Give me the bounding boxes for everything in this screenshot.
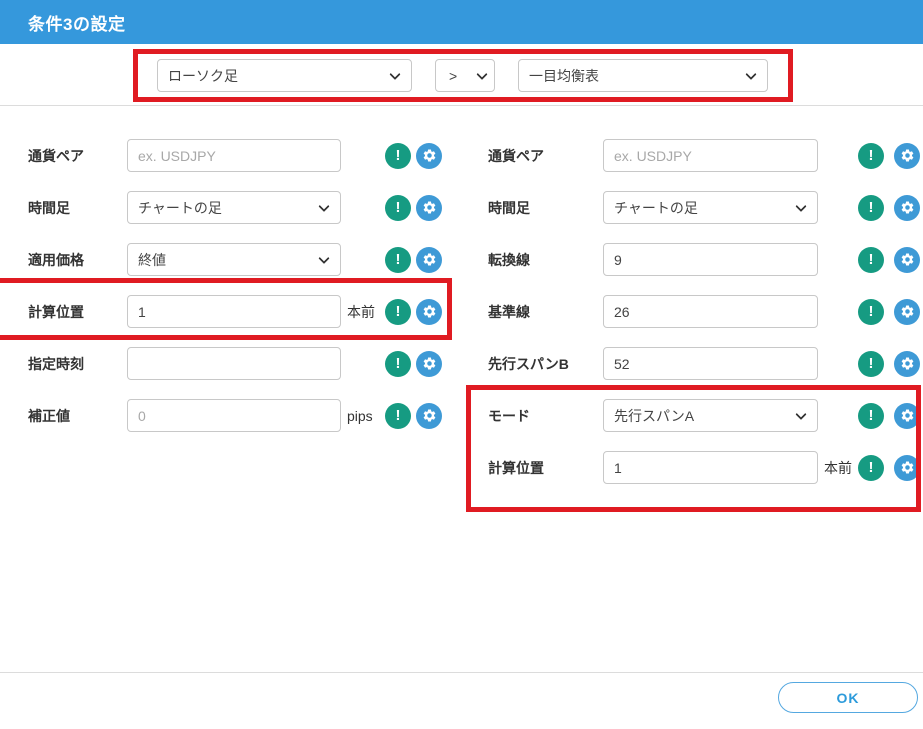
gear-icon[interactable]: [894, 351, 920, 377]
gear-icon[interactable]: [416, 143, 442, 169]
field-label: 時間足: [28, 198, 127, 218]
alert-icon[interactable]: !: [858, 195, 884, 221]
alert-icon[interactable]: !: [385, 403, 411, 429]
tenkan-line-input[interactable]: [603, 243, 818, 276]
field-suffix: 本前: [341, 302, 385, 322]
field-label: 時間足: [488, 198, 603, 218]
alert-icon[interactable]: !: [385, 351, 411, 377]
left-operand-panel: 通貨ペア ! 時間足 チャートの足 ! 適用価格 終値 ! 計算位置 本前: [28, 139, 452, 451]
field-row-applied-price: 適用価格 終値 !: [28, 243, 452, 276]
kijun-line-input[interactable]: [603, 295, 818, 328]
alert-icon[interactable]: !: [858, 403, 884, 429]
ok-button[interactable]: OK: [778, 682, 918, 713]
field-label: 適用価格: [28, 250, 127, 270]
field-row-currency-pair: 通貨ペア !: [488, 139, 922, 172]
condition-settings-dialog: 条件3の設定 ローソク足 > 一目均衡表 通貨ペア !: [0, 0, 923, 729]
field-row-timeframe: 時間足 チャートの足 !: [28, 191, 452, 224]
senkou-span-b-input[interactable]: [603, 347, 818, 380]
field-label: 通貨ペア: [488, 146, 603, 166]
alert-icon[interactable]: !: [858, 143, 884, 169]
gear-icon[interactable]: [894, 455, 920, 481]
alert-icon[interactable]: !: [858, 351, 884, 377]
footer-divider: [0, 672, 923, 673]
field-suffix: pips: [341, 408, 385, 424]
timeframe-select[interactable]: チャートの足: [127, 191, 341, 224]
field-label: 基準線: [488, 302, 603, 322]
field-label: 先行スパンB: [488, 354, 603, 374]
field-label: 通貨ペア: [28, 146, 127, 166]
field-row-tenkan-line: 転換線 !: [488, 243, 922, 276]
gear-icon[interactable]: [894, 195, 920, 221]
right-operand-panel: 通貨ペア ! 時間足 チャートの足 ! 転換線 ! 基準線 !: [488, 139, 922, 503]
field-row-correction-value: 補正値 pips !: [28, 399, 452, 432]
left-indicator-select[interactable]: ローソク足: [157, 59, 412, 92]
alert-icon[interactable]: !: [385, 195, 411, 221]
field-suffix: 本前: [818, 458, 858, 478]
right-indicator-select[interactable]: 一目均衡表: [518, 59, 768, 92]
alert-icon[interactable]: !: [858, 299, 884, 325]
field-label: 補正値: [28, 406, 127, 426]
gear-icon[interactable]: [416, 195, 442, 221]
field-row-currency-pair: 通貨ペア !: [28, 139, 452, 172]
gear-icon[interactable]: [416, 403, 442, 429]
gear-icon[interactable]: [894, 143, 920, 169]
correction-value-input[interactable]: [127, 399, 341, 432]
alert-icon[interactable]: !: [858, 247, 884, 273]
currency-pair-input[interactable]: [127, 139, 341, 172]
timeframe-select[interactable]: チャートの足: [603, 191, 818, 224]
field-label: モード: [488, 406, 603, 426]
alert-icon[interactable]: !: [858, 455, 884, 481]
field-row-senkou-span-b: 先行スパンB !: [488, 347, 922, 380]
dialog-title: 条件3の設定: [28, 10, 125, 35]
gear-icon[interactable]: [894, 299, 920, 325]
specified-time-input[interactable]: [127, 347, 341, 380]
field-label: 計算位置: [488, 458, 603, 478]
calc-position-input[interactable]: [127, 295, 341, 328]
gear-icon[interactable]: [416, 247, 442, 273]
field-label: 転換線: [488, 250, 603, 270]
gear-icon[interactable]: [894, 403, 920, 429]
field-row-timeframe: 時間足 チャートの足 !: [488, 191, 922, 224]
gear-icon[interactable]: [894, 247, 920, 273]
gear-icon[interactable]: [416, 351, 442, 377]
applied-price-select[interactable]: 終値: [127, 243, 341, 276]
alert-icon[interactable]: !: [385, 143, 411, 169]
alert-icon[interactable]: !: [385, 247, 411, 273]
field-row-mode: モード 先行スパンA !: [488, 399, 922, 432]
field-label: 計算位置: [28, 302, 127, 322]
alert-icon[interactable]: !: [385, 299, 411, 325]
field-row-calc-position: 計算位置 本前 !: [28, 295, 452, 328]
operator-select[interactable]: >: [435, 59, 495, 92]
condition-expression-row: ローソク足 > 一目均衡表: [157, 59, 768, 92]
field-row-specified-time: 指定時刻 !: [28, 347, 452, 380]
gear-icon[interactable]: [416, 299, 442, 325]
field-row-kijun-line: 基準線 !: [488, 295, 922, 328]
header-divider: [0, 105, 923, 106]
currency-pair-input[interactable]: [603, 139, 818, 172]
dialog-header: 条件3の設定: [0, 0, 923, 44]
field-label: 指定時刻: [28, 354, 127, 374]
field-row-calc-position: 計算位置 本前 !: [488, 451, 922, 484]
calc-position-input[interactable]: [603, 451, 818, 484]
mode-select[interactable]: 先行スパンA: [603, 399, 818, 432]
